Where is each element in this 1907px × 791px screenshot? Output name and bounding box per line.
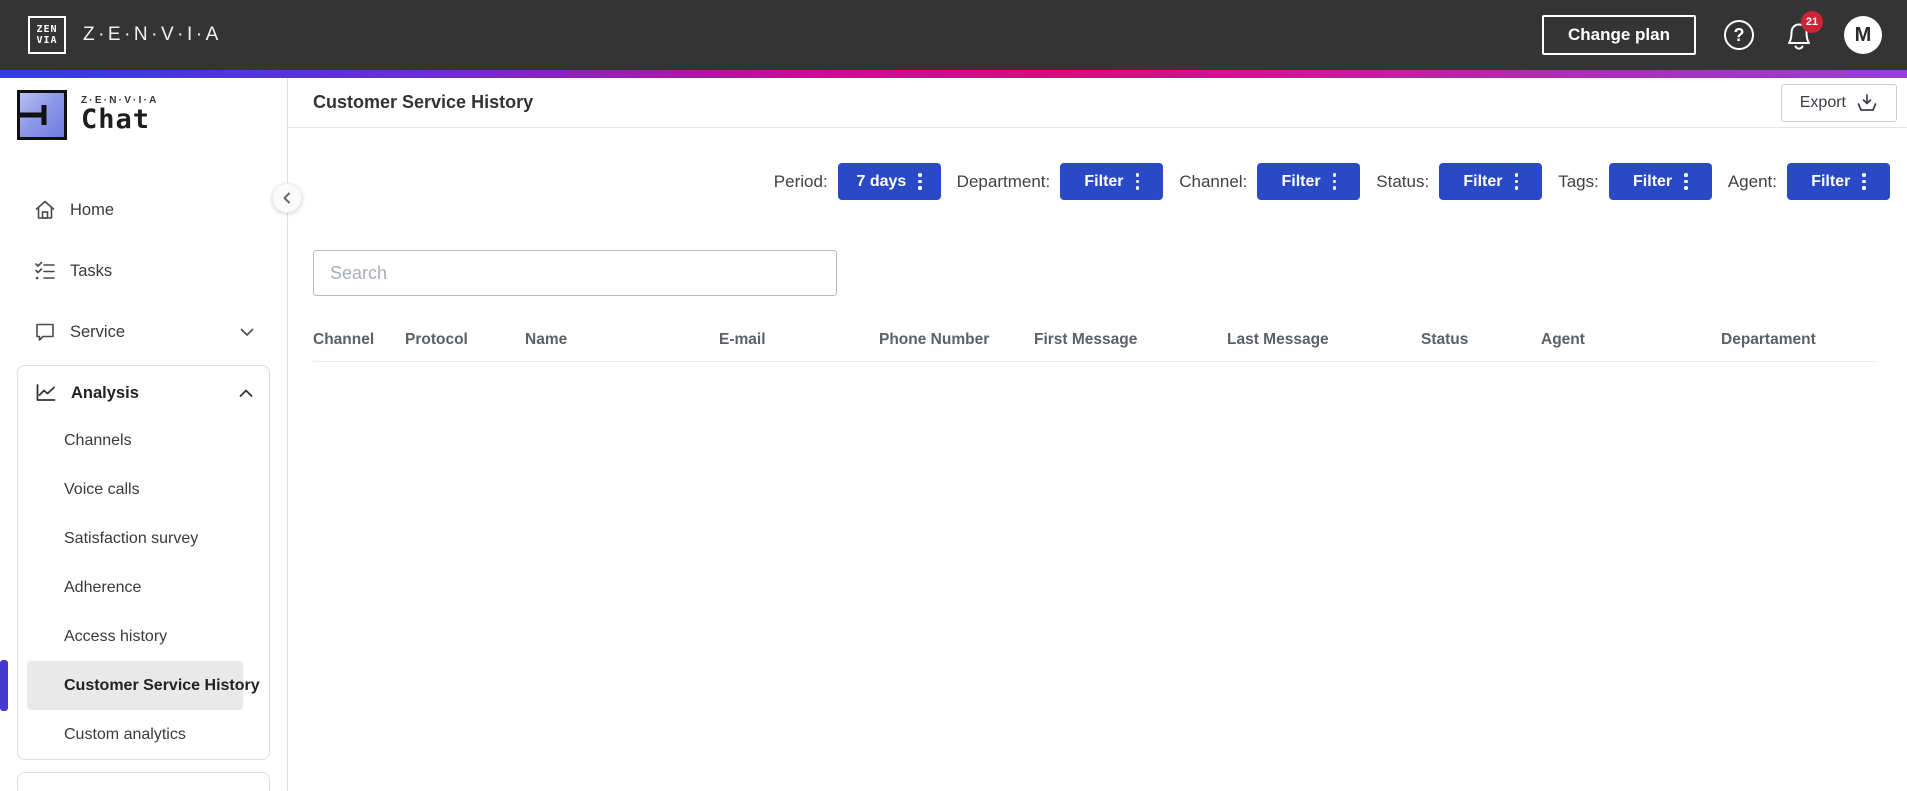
sidebar-nav: Home Tasks Service Analysis Channels Voi… [0,188,287,791]
sidebar-subitem-label: Channels [64,431,132,449]
search-input[interactable] [313,250,837,296]
column-header-phone-number: Phone Number [879,331,990,348]
filter-value: 7 days [856,172,907,190]
chevron-left-icon [283,192,290,204]
analysis-section-card: Analysis Channels Voice calls Satisfacti… [0,365,270,760]
chat-logo-icon [17,90,67,140]
tags-filter-button[interactable]: Filter [1608,163,1712,200]
filter-value: Filter [1633,172,1673,190]
filter-value: Filter [1811,172,1851,190]
department-filter-button[interactable]: Filter [1060,163,1164,200]
filter-label: Department: [956,171,1051,191]
home-icon [35,200,55,219]
logo-glyph-top: ZEN [36,23,58,35]
line-chart-icon [36,384,56,401]
export-button-label: Export [1799,93,1846,111]
sidebar-item-label: Tasks [70,261,113,280]
filter-label: Period: [773,171,828,191]
column-header-departament: Departament [1721,331,1816,348]
column-header-channel: Channel [313,331,375,348]
sidebar-subitem-adherence[interactable]: Adherence [18,563,269,612]
status-filter-button[interactable]: Filter [1439,163,1543,200]
sidebar-subitem-access-history[interactable]: Access history [18,612,269,661]
change-plan-button[interactable]: Change plan [1541,15,1696,55]
column-header-status: Status [1421,331,1469,348]
brand-wordmark: Z·E·N·V·I·A [83,24,222,45]
export-button[interactable]: Export [1780,83,1897,122]
zenvia-maze-logo-icon: ZEN VIA [28,16,66,54]
sidebar-subitem-custom-analytics[interactable]: Custom analytics [18,710,269,759]
filter-label: Status: [1376,171,1430,191]
kebab-menu-icon [1332,173,1337,190]
filter-bar: Period: 7 days Department: Filter Channe… [288,163,1907,200]
results-table-header: Channel Protocol Name E-mail Phone Numbe… [313,331,1877,362]
filter-label: Agent: [1727,171,1777,191]
kebab-menu-icon [1684,173,1688,190]
sidebar-subitem-label: Access history [64,627,168,645]
sidebar-subitem-label: Satisfaction survey [64,529,199,547]
user-avatar[interactable]: M [1844,16,1882,54]
help-icon[interactable]: ? [1724,20,1754,50]
filter-group-status: Status: Filter [1376,163,1543,200]
column-header-agent: Agent [1541,331,1585,348]
column-header-name: Name [525,331,568,348]
period-filter-button[interactable]: 7 days [837,163,941,200]
filter-label: Channel: [1179,171,1248,191]
agent-filter-button[interactable]: Filter [1787,163,1890,200]
chevron-up-icon [239,389,253,397]
notification-count-badge: 21 [1801,11,1823,33]
column-header-first-message: First Message [1034,331,1138,348]
sidebar-subitem-label: Voice calls [64,480,140,498]
column-header-last-message: Last Message [1227,331,1329,348]
sidebar: Z·E·N·V·I·A Chat Home Tasks Service Anal… [0,78,302,791]
filter-group-agent: Agent: Filter [1728,163,1890,200]
sidebar-item-analysis[interactable]: Analysis [18,370,269,416]
channel-filter-button[interactable]: Filter [1257,163,1361,200]
filter-value: Filter [1281,172,1321,190]
sidebar-subitem-customer-service-history[interactable]: Customer Service History [0,660,269,711]
filter-value: Filter [1084,172,1124,190]
chevron-down-icon [240,328,254,336]
notifications-bell-icon[interactable]: 21 [1782,11,1823,53]
active-item-indicator [0,660,8,711]
column-header-email: E-mail [719,331,766,348]
download-icon [1857,93,1877,111]
filter-group-tags: Tags: Filter [1558,163,1712,200]
filter-group-channel: Channel: Filter [1179,163,1361,200]
filter-group-department: Department: Filter [957,163,1164,200]
sidebar-subitem-label: Customer Service History [64,676,260,694]
zenvia-chat-logo: Z·E·N·V·I·A Chat [0,78,287,144]
sidebar-item-service[interactable]: Service [0,310,287,354]
sidebar-item-home[interactable]: Home [0,188,287,232]
page-title: Customer Service History [313,92,534,112]
top-app-bar: ZEN VIA Z·E·N·V·I·A Change plan ? 21 M [0,0,1907,70]
brand-gradient-bar [0,70,1907,78]
help-glyph: ? [1733,24,1745,45]
filter-group-period: Period: 7 days [774,163,941,200]
sidebar-subitem-voice-calls[interactable]: Voice calls [18,465,269,514]
sidebar-subitem-label: Adherence [64,578,142,596]
filter-value: Filter [1463,172,1503,190]
kebab-menu-icon [918,173,922,190]
chat-bubble-icon [36,323,54,341]
main-content: Customer Service History Export Period: … [288,78,1907,791]
sidebar-item-label: Service [70,322,126,341]
column-header-protocol: Protocol [405,331,468,348]
tasks-icon [35,261,55,280]
sidebar-item-tasks[interactable]: Tasks [0,249,287,293]
page-header: Customer Service History Export [288,78,1907,128]
kebab-menu-icon [1862,173,1866,190]
logo-glyph-bottom: VIA [36,34,58,46]
next-section-card-stub [17,772,270,791]
sidebar-subitem-channels[interactable]: Channels [18,416,269,465]
sidebar-item-label: Home [70,200,115,219]
kebab-menu-icon [1135,173,1140,190]
sidebar-subitem-label: Custom analytics [64,725,186,743]
kebab-menu-icon [1514,173,1519,190]
sidebar-collapse-button[interactable] [272,183,302,213]
sidebar-subitem-satisfaction-survey[interactable]: Satisfaction survey [18,514,269,563]
chat-logo-product-text: Chat [81,104,151,135]
sidebar-item-label: Analysis [71,383,139,402]
filter-label: Tags: [1558,171,1599,191]
